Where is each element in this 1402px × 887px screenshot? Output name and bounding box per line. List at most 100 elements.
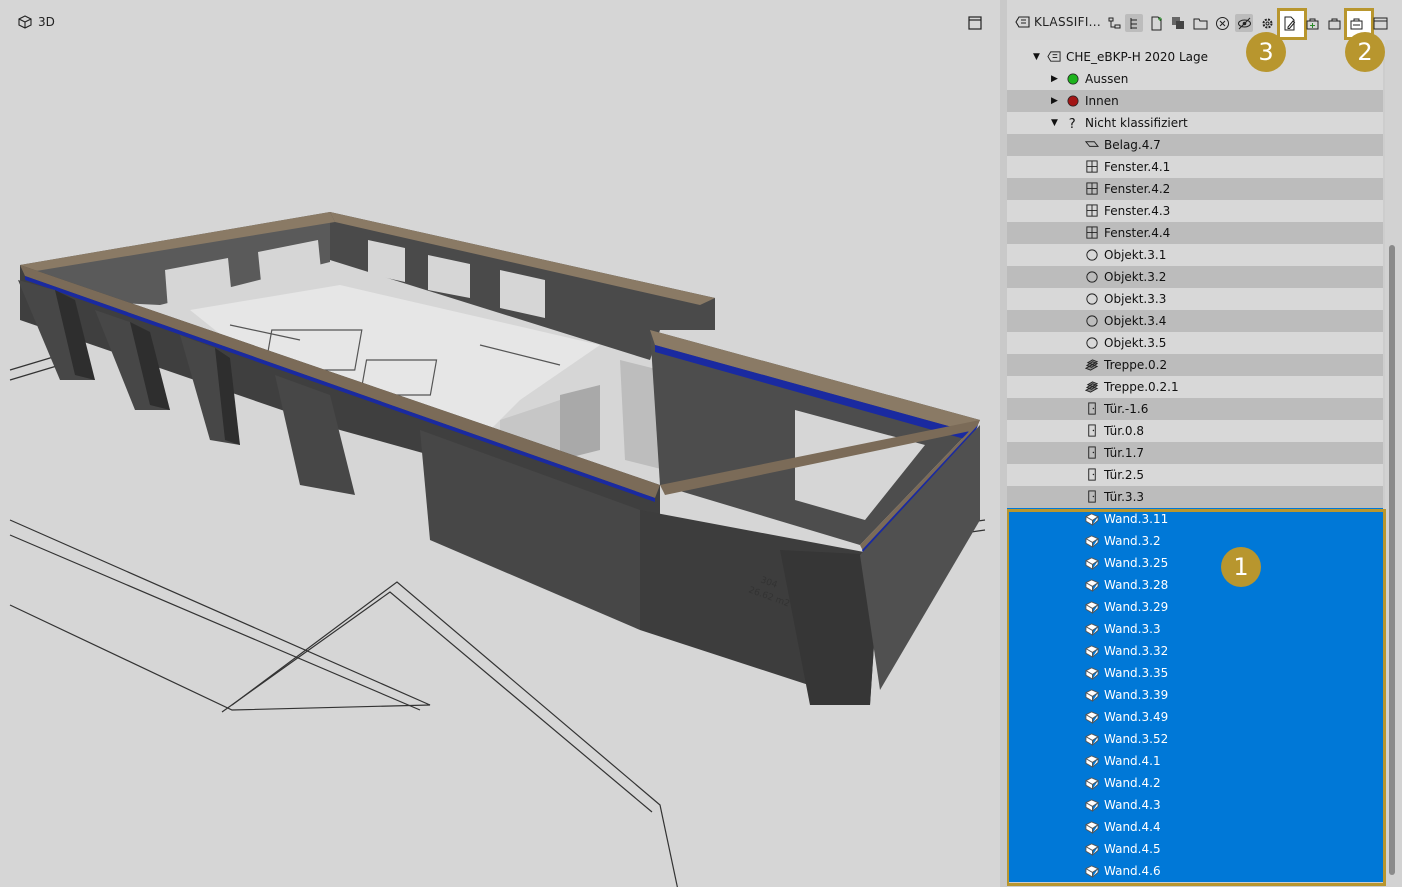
tree-item-label: Wand.3.28 xyxy=(1104,578,1169,592)
tree-group-label: Innen xyxy=(1085,94,1119,108)
selected-package-icon[interactable] xyxy=(1347,14,1365,32)
tree-item[interactable]: Fenster.4.4 xyxy=(1007,222,1383,244)
tree-group-2[interactable]: ▼? Nicht klassifiziert xyxy=(1007,112,1383,134)
wall-icon xyxy=(1085,777,1099,790)
tree-item[interactable]: Treppe.0.2 xyxy=(1007,354,1383,376)
tree-item-label: Tür.2.5 xyxy=(1104,468,1145,482)
view-mode-label[interactable]: 3D xyxy=(18,15,55,29)
tree-group-1[interactable]: ▶ Innen xyxy=(1007,90,1383,112)
edit-classification-icon[interactable] xyxy=(1280,14,1298,32)
tree-item[interactable]: Wand.3.35 xyxy=(1007,662,1383,684)
tree-item-label: Tür.-1.6 xyxy=(1104,402,1149,416)
3d-model-scene[interactable]: 304 26.62 m2 xyxy=(0,0,1000,887)
tree-item[interactable]: Wand.3.3 xyxy=(1007,618,1383,640)
tree-item[interactable]: Fenster.4.1 xyxy=(1007,156,1383,178)
tree-item[interactable]: Tür.0.8 xyxy=(1007,420,1383,442)
door-icon xyxy=(1088,424,1096,437)
expand-arrow-icon[interactable]: ▶ xyxy=(1051,68,1058,90)
collapse-arrow-icon[interactable]: ▼ xyxy=(1051,112,1058,134)
tree-item[interactable]: Wand.3.52 xyxy=(1007,728,1383,750)
tree-item-label: Fenster.4.2 xyxy=(1104,182,1171,196)
tree-item[interactable]: Wand.3.29 xyxy=(1007,596,1383,618)
object-icon xyxy=(1086,271,1098,283)
tree-row-root[interactable]: ▼ CHE_eBKP-H 2020 Lage xyxy=(1007,46,1383,68)
tree-item[interactable]: Objekt.3.3 xyxy=(1007,288,1383,310)
wall-icon xyxy=(1085,799,1099,812)
tree-item[interactable]: Wand.4.4 xyxy=(1007,816,1383,838)
tree-item[interactable]: Fenster.4.2 xyxy=(1007,178,1383,200)
tree-icon[interactable] xyxy=(1125,14,1143,32)
badge-1: 1 xyxy=(1221,547,1261,587)
status-dot-icon xyxy=(1067,95,1079,107)
layout-icon[interactable] xyxy=(1371,14,1389,32)
tree-item[interactable]: Wand.4.3 xyxy=(1007,794,1383,816)
tree-item[interactable]: Tür.-1.6 xyxy=(1007,398,1383,420)
package-icon[interactable] xyxy=(1325,14,1343,32)
tree-item-label: Treppe.0.2 xyxy=(1104,358,1168,372)
tree-item[interactable]: Wand.3.28 xyxy=(1007,574,1383,596)
tree-item[interactable]: Treppe.0.2.1 xyxy=(1007,376,1383,398)
wall-icon xyxy=(1085,535,1099,548)
wall-icon xyxy=(1085,513,1099,526)
door-icon xyxy=(1088,446,1096,459)
tree-item-label: Wand.3.35 xyxy=(1104,666,1169,680)
svg-text:?: ? xyxy=(1069,117,1076,130)
tree-item[interactable]: Wand.3.11 xyxy=(1007,508,1383,530)
tree-item[interactable]: Wand.3.25 xyxy=(1007,552,1383,574)
maximize-window-icon[interactable] xyxy=(968,16,982,30)
classification-panel: KLASSIFI... ▼ CHE_eBKP-H 2020 Lage ▶ Aussen… xyxy=(1007,0,1402,887)
tree-item[interactable]: Wand.3.49 xyxy=(1007,706,1383,728)
collapse-arrow-icon[interactable]: ▼ xyxy=(1033,46,1040,68)
remove-icon[interactable] xyxy=(1213,14,1231,32)
wall-icon xyxy=(1085,557,1099,570)
tree-item-label: Wand.3.11 xyxy=(1104,512,1169,526)
tree-item[interactable]: Fenster.4.3 xyxy=(1007,200,1383,222)
tree-item[interactable]: Wand.3.32 xyxy=(1007,640,1383,662)
wall-icon xyxy=(1085,667,1099,680)
tree-item-label: Objekt.3.3 xyxy=(1104,292,1167,306)
tree-item[interactable]: Wand.4.1 xyxy=(1007,750,1383,772)
wall-icon xyxy=(1085,821,1099,834)
tree-item[interactable]: Wand.4.5 xyxy=(1007,838,1383,860)
add-package-icon[interactable] xyxy=(1303,14,1321,32)
scrollbar-thumb[interactable] xyxy=(1389,245,1395,875)
tree-item[interactable]: Tür.2.5 xyxy=(1007,464,1383,486)
tree-item[interactable]: Wand.4.2 xyxy=(1007,772,1383,794)
tree-item[interactable]: Wand.4.6 xyxy=(1007,860,1383,882)
visibility-icon[interactable] xyxy=(1235,14,1253,32)
tree-item-label: Fenster.4.1 xyxy=(1104,160,1171,174)
door-icon xyxy=(1088,468,1096,481)
wall-icon xyxy=(1085,843,1099,856)
tree-item-label: Tür.3.3 xyxy=(1104,490,1145,504)
tree-item[interactable]: Objekt.3.1 xyxy=(1007,244,1383,266)
tree-item-label: Objekt.3.2 xyxy=(1104,270,1167,284)
tree-item[interactable]: Tür.3.3 xyxy=(1007,486,1383,508)
3d-viewport[interactable]: 304 26.62 m2 3D xyxy=(0,0,1000,887)
tree-item[interactable]: Tür.1.7 xyxy=(1007,442,1383,464)
panel-title-text: KLASSIFI... xyxy=(1034,15,1101,29)
tree-item[interactable]: Objekt.3.4 xyxy=(1007,310,1383,332)
tree-group-label: Nicht klassifiziert xyxy=(1085,116,1188,130)
new-file-icon[interactable] xyxy=(1147,14,1165,32)
copy-icon[interactable] xyxy=(1169,14,1187,32)
tree-item-label: Treppe.0.2.1 xyxy=(1104,380,1179,394)
open-folder-icon[interactable] xyxy=(1191,14,1209,32)
cube-icon xyxy=(18,15,32,29)
tree-item-label: Fenster.4.4 xyxy=(1104,226,1171,240)
tree-item-label: Tür.1.7 xyxy=(1104,446,1145,460)
tree-group-0[interactable]: ▶ Aussen xyxy=(1007,68,1383,90)
question-mark-icon: ? xyxy=(1069,117,1076,130)
tree-item[interactable]: Objekt.3.5 xyxy=(1007,332,1383,354)
object-icon xyxy=(1086,249,1098,261)
expand-arrow-icon[interactable]: ▶ xyxy=(1051,90,1058,112)
classification-icon xyxy=(1047,51,1061,62)
window-icon xyxy=(1086,160,1098,173)
tree-item[interactable]: Objekt.3.2 xyxy=(1007,266,1383,288)
tree-item[interactable]: Wand.3.2 xyxy=(1007,530,1383,552)
tree-item-label: Wand.4.4 xyxy=(1104,820,1161,834)
tree-item[interactable]: Wand.3.39 xyxy=(1007,684,1383,706)
hierarchy-icon[interactable] xyxy=(1105,14,1123,32)
panel-splitter[interactable] xyxy=(1000,0,1007,887)
tree-item[interactable]: Belag.4.7 xyxy=(1007,134,1383,156)
settings-icon[interactable] xyxy=(1258,14,1276,32)
